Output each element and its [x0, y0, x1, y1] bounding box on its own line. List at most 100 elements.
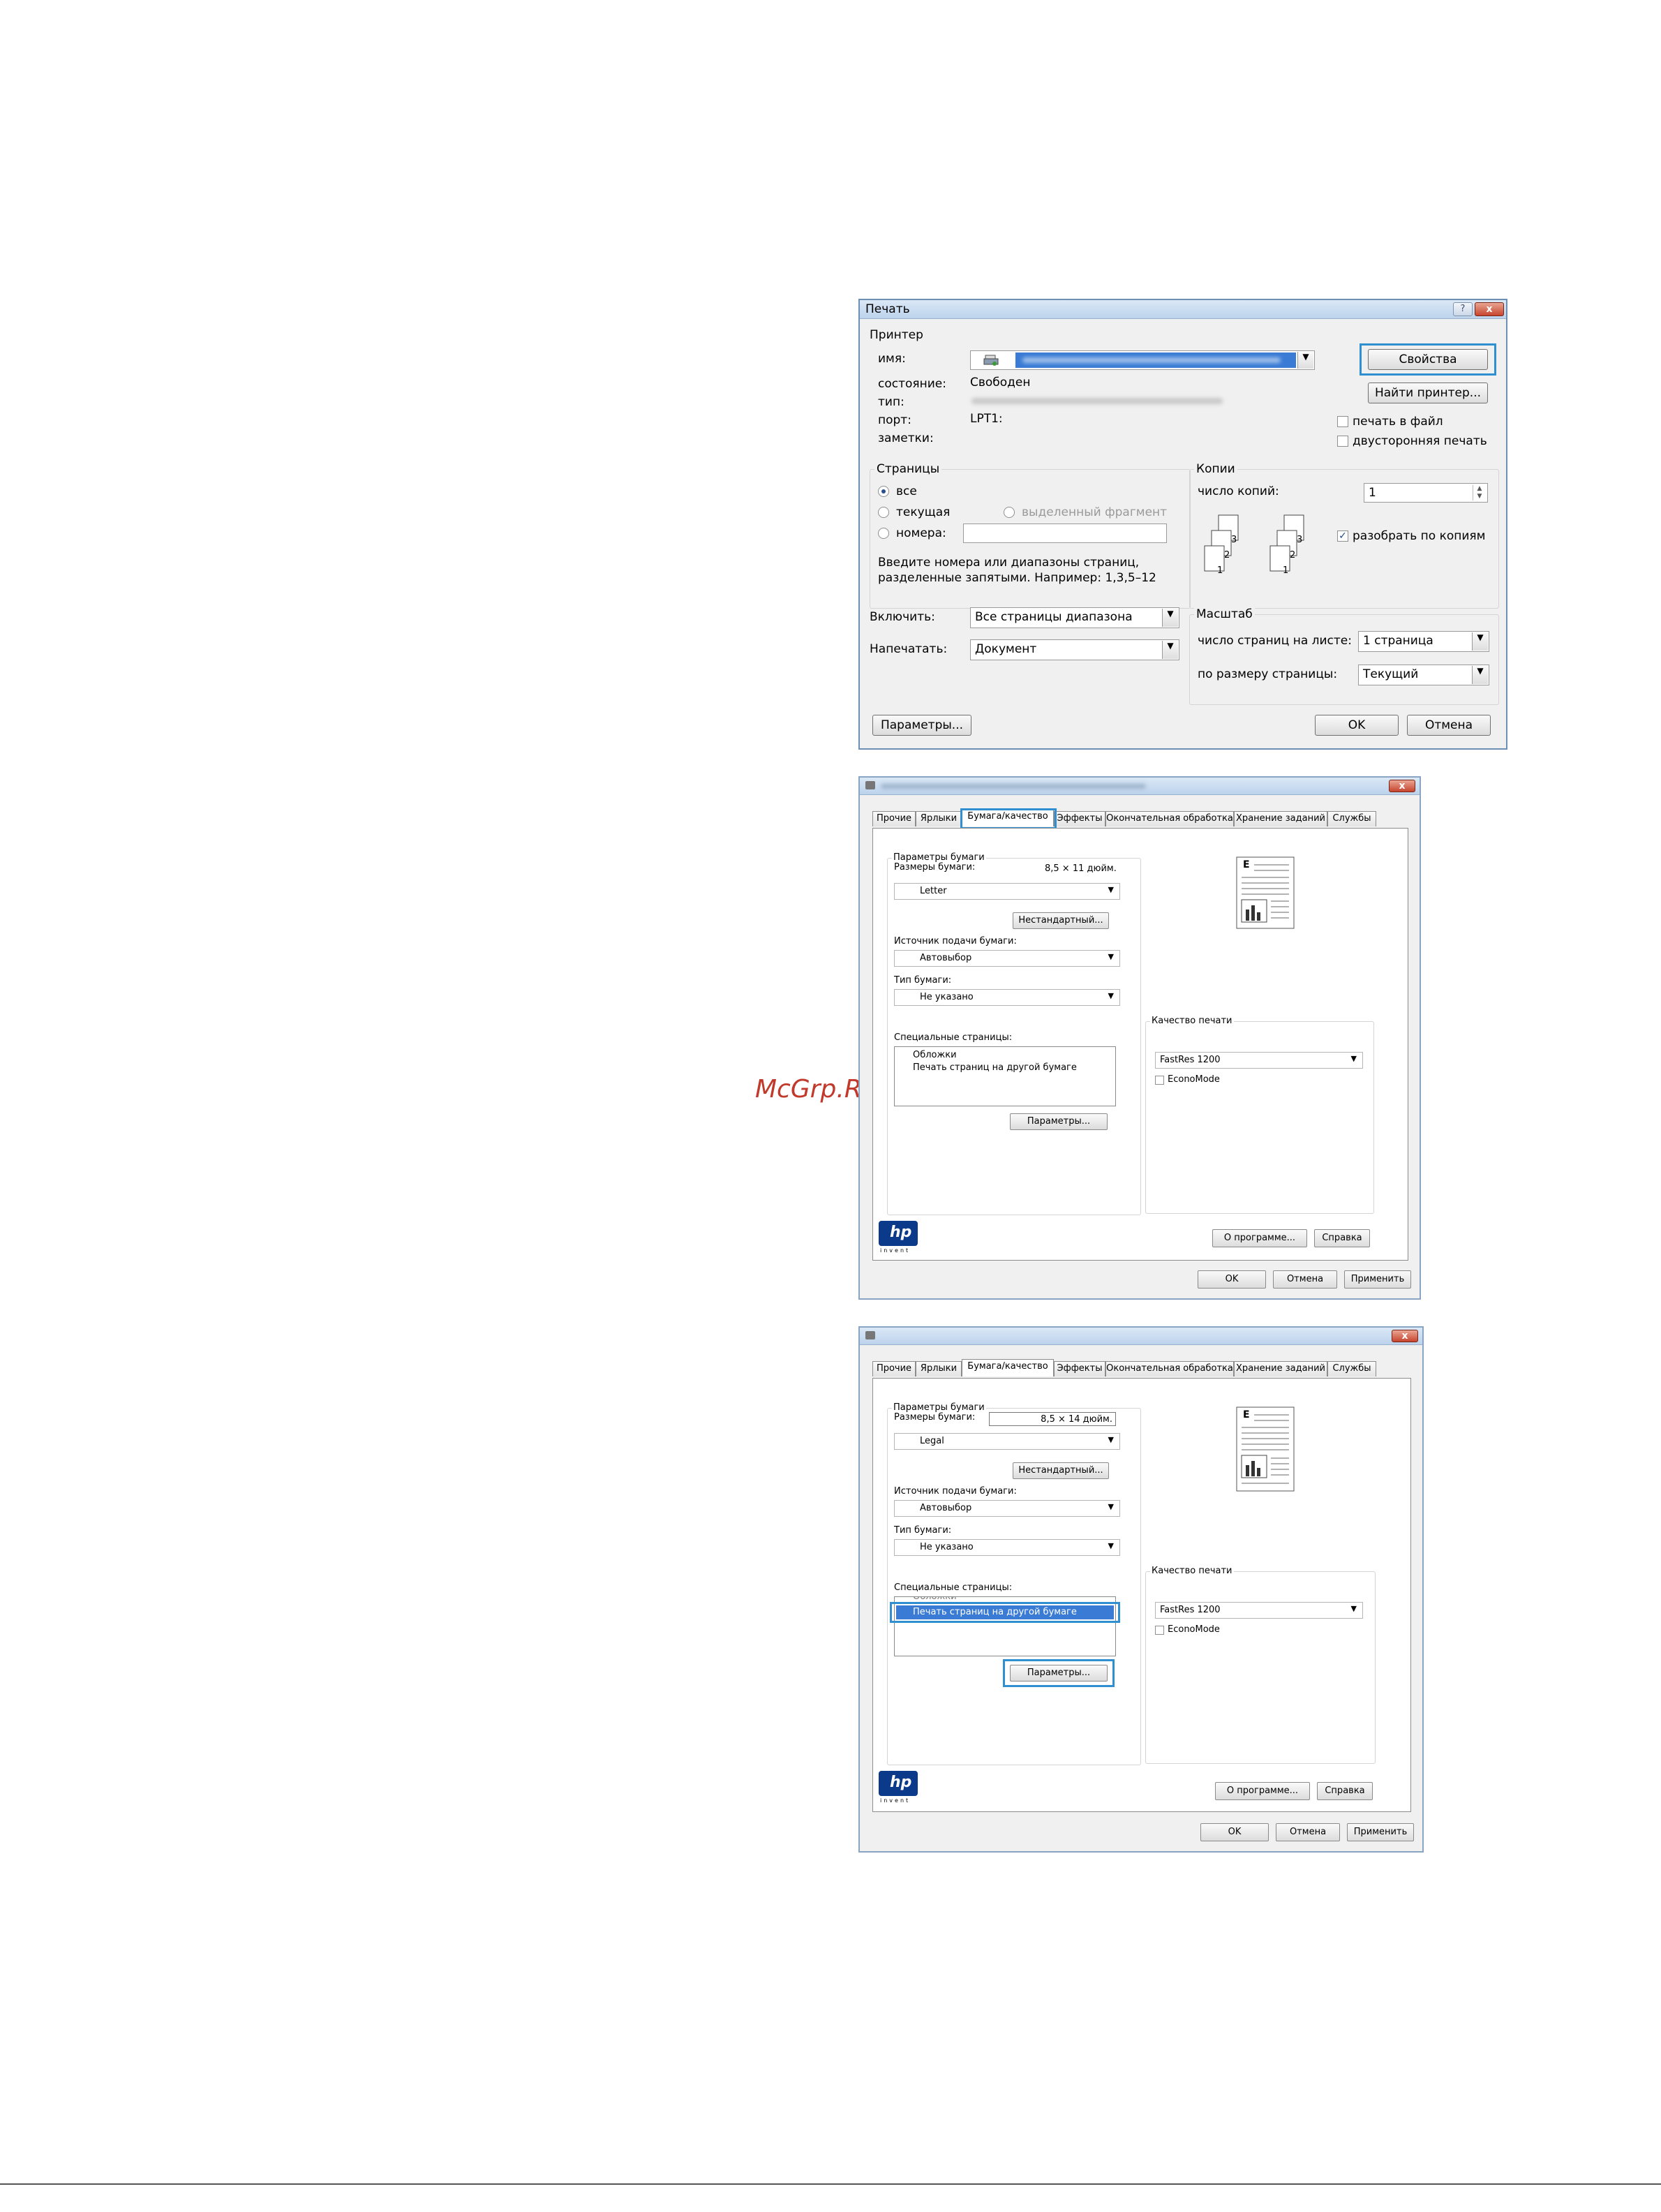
- quality-group: Качество печати: [1145, 1566, 1376, 1764]
- tab-job-storage[interactable]: Хранение заданий: [1234, 1361, 1327, 1376]
- tab-services[interactable]: Службы: [1327, 811, 1376, 826]
- about-button[interactable]: О программе...: [1212, 1229, 1307, 1247]
- pages-input[interactable]: [963, 524, 1167, 543]
- tab-job-storage[interactable]: Хранение заданий: [1234, 811, 1327, 826]
- printer-icon: [983, 354, 999, 366]
- chevron-down-icon[interactable]: ▼: [1108, 952, 1114, 961]
- source-label: Источник подачи бумаги:: [894, 936, 1017, 947]
- apply-button[interactable]: Применить: [1347, 1823, 1414, 1841]
- about-button[interactable]: О программе...: [1215, 1782, 1310, 1800]
- ok-button[interactable]: OK: [1200, 1823, 1269, 1841]
- collate-page-3b: 3: [1297, 535, 1303, 545]
- tab-finishing[interactable]: Окончательная обработка: [1105, 1361, 1234, 1376]
- chevron-down-icon[interactable]: ▼: [1108, 1502, 1114, 1511]
- close-icon[interactable]: x: [1475, 302, 1504, 316]
- copies-spinner[interactable]: 1 ▲ ▼: [1364, 483, 1488, 503]
- chevron-down-icon[interactable]: ▼: [1297, 352, 1313, 369]
- chevron-down-icon[interactable]: ▼: [1108, 1435, 1114, 1444]
- help-button[interactable]: Справка: [1317, 1782, 1373, 1800]
- tab-shortcuts[interactable]: Ярлыки: [916, 1361, 962, 1376]
- tab-services[interactable]: Службы: [1327, 1361, 1376, 1376]
- chevron-down-icon[interactable]: ▼: [1472, 666, 1488, 684]
- ok-button[interactable]: OK: [1315, 715, 1399, 736]
- list-item[interactable]: Обложки: [913, 1050, 957, 1060]
- chevron-down-icon[interactable]: ▼: [1162, 641, 1178, 659]
- close-icon[interactable]: x: [1389, 780, 1415, 792]
- apply-button[interactable]: Применить: [1344, 1270, 1411, 1289]
- special-pages-list[interactable]: Обложки Печать страниц на другой бумаге: [894, 1046, 1116, 1106]
- tab-other[interactable]: Прочие: [872, 1361, 916, 1376]
- find-printer-button[interactable]: Найти принтер...: [1368, 383, 1488, 403]
- collate-checkbox[interactable]: ✓: [1337, 530, 1348, 542]
- print-what-combo[interactable]: Документ ▼: [970, 639, 1179, 660]
- cancel-button[interactable]: Отмена: [1407, 715, 1491, 736]
- chevron-down-icon[interactable]: ▼: [1351, 1604, 1357, 1613]
- notes-label: заметки:: [878, 431, 934, 445]
- hp-invent-text: invent: [880, 1797, 911, 1804]
- status-label: состояние:: [878, 377, 946, 391]
- chevron-down-icon[interactable]: ▼: [1108, 885, 1114, 894]
- economode-checkbox[interactable]: [1155, 1626, 1164, 1635]
- help-button[interactable]: Справка: [1314, 1229, 1370, 1247]
- printer-icon: [865, 781, 875, 789]
- scale-combo[interactable]: Текущий ▼: [1358, 665, 1489, 685]
- printer-name-combo[interactable]: ▼: [970, 350, 1315, 370]
- radio-selection-label: выделенный фрагмент: [1022, 505, 1168, 519]
- pages-per-sheet-combo[interactable]: 1 страница ▼: [1358, 631, 1489, 652]
- scale-label: по размеру страницы:: [1198, 667, 1338, 681]
- source-combo[interactable]: Автовыбор ▼: [894, 950, 1120, 967]
- tab-effects[interactable]: Эффекты: [1054, 811, 1105, 826]
- collate-label: разобрать по копиям: [1353, 529, 1486, 543]
- chevron-down-icon[interactable]: ▼: [1108, 1541, 1114, 1550]
- options-button[interactable]: Параметры...: [872, 715, 971, 736]
- chevron-down-icon[interactable]: ▼: [1351, 1054, 1357, 1063]
- spinner-arrows-icon[interactable]: ▲ ▼: [1473, 485, 1486, 500]
- print-to-file-checkbox[interactable]: [1337, 416, 1348, 427]
- params-button[interactable]: Параметры...: [1010, 1113, 1108, 1130]
- chevron-down-icon[interactable]: ▼: [1162, 609, 1178, 627]
- cancel-button[interactable]: Отмена: [1273, 1270, 1337, 1289]
- radio-pages[interactable]: [878, 528, 889, 539]
- cancel-button[interactable]: Отмена: [1276, 1823, 1340, 1841]
- source-combo[interactable]: Автовыбор ▼: [894, 1500, 1120, 1517]
- quality-combo[interactable]: FastRes 1200 ▼: [1155, 1052, 1363, 1069]
- print-dialog: Печать ? x Принтер имя: ▼ состояние: Сво…: [858, 299, 1507, 750]
- list-item[interactable]: Печать страниц на другой бумаге: [913, 1062, 1077, 1073]
- help-icon[interactable]: ?: [1453, 302, 1473, 316]
- radio-selection[interactable]: [1004, 507, 1015, 518]
- chevron-down-icon[interactable]: ▼: [1472, 632, 1488, 651]
- tab-other[interactable]: Прочие: [872, 811, 916, 826]
- tab-finishing[interactable]: Окончательная обработка: [1105, 811, 1234, 826]
- ok-button[interactable]: OK: [1198, 1270, 1266, 1289]
- include-combo[interactable]: Все страницы диапазона ▼: [970, 607, 1179, 628]
- duplex-checkbox[interactable]: [1337, 436, 1348, 447]
- source-value: Автовыбор: [920, 953, 972, 963]
- page-footer-rule: [0, 2183, 1661, 2185]
- duplex-label: двусторонняя печать: [1353, 434, 1487, 448]
- paper-size-combo[interactable]: Letter ▼: [894, 883, 1120, 900]
- paper-size-combo-value: Letter: [920, 886, 947, 896]
- radio-pages-label: номера:: [896, 526, 946, 540]
- special-label: Специальные страницы:: [894, 1032, 1013, 1043]
- window-title-blurred: [881, 784, 1146, 789]
- type-combo[interactable]: Не указано ▼: [894, 989, 1120, 1006]
- chevron-down-icon[interactable]: ▼: [1108, 991, 1114, 1000]
- tab-effects[interactable]: Эффекты: [1054, 1361, 1105, 1376]
- paper-group-label: Параметры бумаги: [892, 852, 986, 863]
- custom-button[interactable]: Нестандартный...: [1013, 1462, 1109, 1479]
- quality-combo[interactable]: FastRes 1200 ▼: [1155, 1602, 1363, 1619]
- pages-per-sheet-label: число страниц на листе:: [1198, 634, 1352, 648]
- close-icon[interactable]: x: [1392, 1330, 1418, 1342]
- list-item[interactable]: Обложки: [913, 1597, 957, 1602]
- hp-logo-text: hp: [890, 1224, 912, 1241]
- radio-all[interactable]: [878, 486, 889, 497]
- tab-paper-quality[interactable]: Бумага/качество: [962, 1359, 1054, 1376]
- type-combo[interactable]: Не указано ▼: [894, 1539, 1120, 1556]
- tab-shortcuts[interactable]: Ярлыки: [916, 811, 962, 826]
- paper-size-combo[interactable]: Legal ▼: [894, 1433, 1120, 1450]
- radio-current[interactable]: [878, 507, 889, 518]
- type-value: Не указано: [920, 992, 974, 1002]
- collate-pages-icon: [1204, 514, 1304, 572]
- economode-checkbox[interactable]: [1155, 1076, 1164, 1085]
- custom-button[interactable]: Нестандартный...: [1013, 912, 1109, 929]
